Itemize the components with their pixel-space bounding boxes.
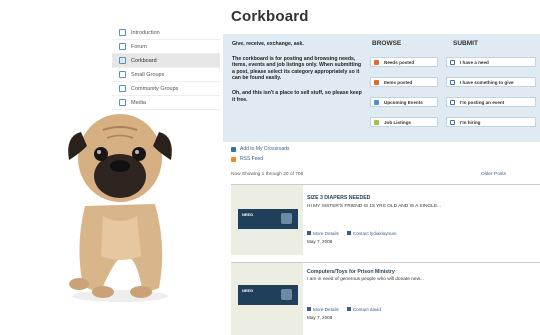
needs-icon <box>374 59 379 65</box>
intro-tagline: Give, receive, exchange, ask. <box>232 41 304 47</box>
listing-thumbnail[interactable]: NEED <box>238 285 298 305</box>
sidebar-item-label: Corkboard <box>131 57 157 64</box>
add-icon <box>231 146 236 152</box>
submit-hiring-button[interactable]: I'm hiring <box>446 117 536 127</box>
listing-tag: NEED <box>242 288 254 293</box>
submit-icon <box>450 119 455 125</box>
browse-heading: BROWSE <box>372 40 402 47</box>
submit-event-button[interactable]: I'm posting an event <box>446 97 536 107</box>
results-count-bar: Now Showing 1 through 20 of 708 Older Po… <box>231 172 540 177</box>
intro-text: Give, receive, exchange, ask. The corkbo… <box>232 41 364 111</box>
contact-icon <box>346 307 351 311</box>
listing-tag: NEED <box>242 212 254 217</box>
contact-link[interactable]: Contact david <box>346 307 381 312</box>
page-icon <box>119 43 126 50</box>
page-icon <box>119 29 126 36</box>
intro-panel: Give, receive, exchange, ask. The corkbo… <box>223 34 540 142</box>
listing-title[interactable]: Computers/Toys for Prison Ministry <box>307 269 395 275</box>
intro-note: Oh, and this isn't a place to sell stuff… <box>232 89 362 103</box>
sidebar-item-label: Small Groups <box>131 71 165 78</box>
more-details-link[interactable]: More Details <box>307 231 339 236</box>
list-item: NEED Computers/Toys for Prison Ministry … <box>231 262 540 335</box>
sidebar-item-community-groups[interactable]: Community Groups <box>112 82 220 96</box>
sidebar-item-introduction[interactable]: Introduction <box>112 26 220 40</box>
rss-feed-link[interactable]: RSS Feed <box>231 156 289 162</box>
puzzle-icon <box>281 213 292 224</box>
sidebar-item-label: Introduction <box>131 29 160 36</box>
page-icon <box>119 57 126 64</box>
listing-title[interactable]: SIZE 3 DIAPERS NEEDED <box>307 195 370 201</box>
details-icon <box>307 231 311 235</box>
browse-jobs-button[interactable]: Job Listings <box>370 117 438 127</box>
sidebar-item-label: Forum <box>131 43 147 50</box>
list-item: NEED SIZE 3 DIAPERS NEEDED HI MY SISTER'… <box>231 184 540 255</box>
submit-need-button[interactable]: I have a need <box>446 57 536 67</box>
more-details-link[interactable]: More Details <box>307 307 339 312</box>
details-icon <box>307 307 311 311</box>
puzzle-icon <box>281 289 292 300</box>
listing-summary: HI MY SISTER'S FRIEND IS 18 YRS OLD AND … <box>307 204 442 209</box>
contact-icon <box>346 231 351 235</box>
feed-links: Add to My Crossroads RSS Feed <box>231 146 289 166</box>
submit-icon <box>450 99 455 105</box>
items-icon <box>374 79 379 85</box>
page-icon <box>119 71 126 78</box>
listing-actions: More Details Contact david <box>307 307 381 312</box>
browse-events-button[interactable]: Upcoming Events <box>370 97 438 107</box>
listing-actions: More Details Contact lydiaklayman <box>307 231 396 236</box>
older-posts-link[interactable]: Older Posts <box>481 172 506 177</box>
page-title: Corkboard <box>231 8 309 25</box>
browse-needs-button[interactable]: Needs posted <box>370 57 438 67</box>
sidebar-item-label: Community Groups <box>131 85 179 92</box>
page-icon <box>119 85 126 92</box>
jobs-icon <box>374 119 379 125</box>
browse-items-button[interactable]: Items posted <box>370 77 438 87</box>
submit-heading: SUBMIT <box>453 40 478 47</box>
listing-date: May 7, 2008 <box>307 239 333 244</box>
add-to-crossroads-link[interactable]: Add to My Crossroads <box>231 146 289 152</box>
contact-link[interactable]: Contact lydiaklayman <box>346 231 396 236</box>
pug-dog-image <box>68 114 172 302</box>
sidebar-item-forum[interactable]: Forum <box>112 40 220 54</box>
events-icon <box>374 99 379 105</box>
results-count: Now Showing 1 through 20 of 708 <box>231 172 304 177</box>
listing-date: May 7, 2008 <box>307 315 333 320</box>
rss-icon <box>231 156 236 162</box>
submit-icon <box>450 79 455 85</box>
listing-summary: I am in need of generous people who will… <box>307 277 424 282</box>
intro-description: The corkboard is for posting and browsin… <box>232 55 362 82</box>
submit-give-button[interactable]: I have something to give <box>446 77 536 87</box>
submit-icon <box>450 59 455 65</box>
sidebar-item-small-groups[interactable]: Small Groups <box>112 68 220 82</box>
listing-thumbnail[interactable]: NEED <box>238 209 298 229</box>
sidebar-item-corkboard[interactable]: Corkboard <box>112 54 220 68</box>
